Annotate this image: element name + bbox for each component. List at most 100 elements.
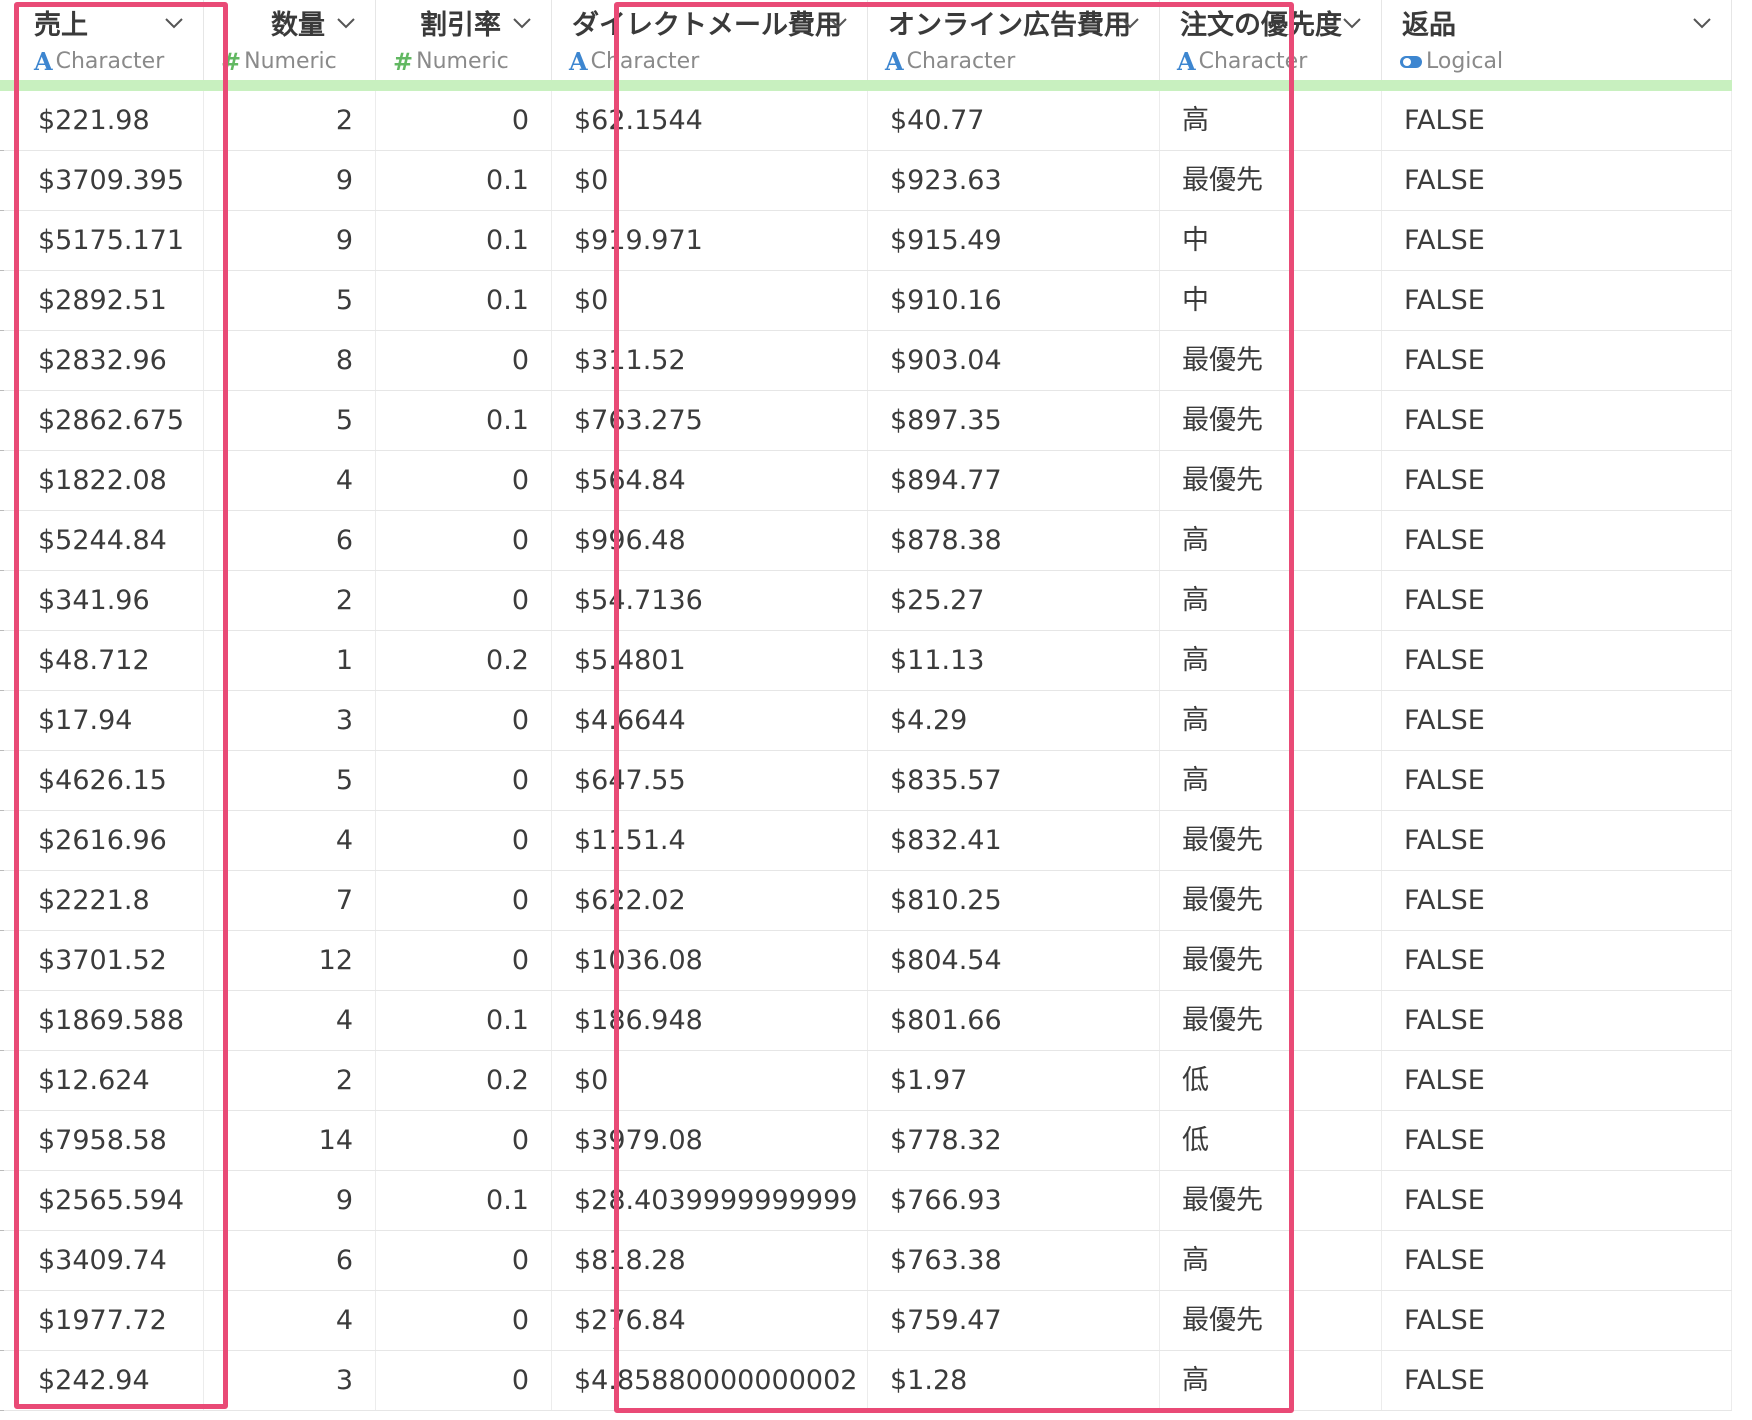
cell-online-ad-cost[interactable]: $835.57 <box>868 751 1160 810</box>
cell-direct-mail-cost[interactable]: $3979.08 <box>552 1111 868 1170</box>
cell-returned[interactable]: FALSE <box>1382 871 1732 930</box>
cell-direct-mail-cost[interactable]: $186.948 <box>552 991 868 1050</box>
cell-online-ad-cost[interactable]: $778.32 <box>868 1111 1160 1170</box>
cell-order-priority[interactable]: 高 <box>1160 1351 1382 1410</box>
cell-discount-rate[interactable]: 0.1 <box>376 151 552 210</box>
cell-quantity[interactable]: 4 <box>204 1291 376 1350</box>
chevron-down-icon[interactable] <box>336 16 355 34</box>
cell-returned[interactable]: FALSE <box>1382 451 1732 510</box>
cell-order-priority[interactable]: 最優先 <box>1160 151 1382 210</box>
cell-sales[interactable]: $3409.74 <box>0 1231 204 1290</box>
cell-online-ad-cost[interactable]: $11.13 <box>868 631 1160 690</box>
cell-quantity[interactable]: 5 <box>204 271 376 330</box>
cell-sales[interactable]: $5244.84 <box>0 511 204 570</box>
chevron-down-icon[interactable] <box>1692 16 1711 34</box>
cell-sales[interactable]: $3709.395 <box>0 151 204 210</box>
cell-returned[interactable]: FALSE <box>1382 1111 1732 1170</box>
cell-online-ad-cost[interactable]: $1.97 <box>868 1051 1160 1110</box>
cell-returned[interactable]: FALSE <box>1382 691 1732 750</box>
cell-direct-mail-cost[interactable]: $0 <box>552 1051 868 1110</box>
cell-quantity[interactable]: 3 <box>204 691 376 750</box>
chevron-down-icon[interactable] <box>828 16 847 34</box>
cell-direct-mail-cost[interactable]: $564.84 <box>552 451 868 510</box>
cell-online-ad-cost[interactable]: $801.66 <box>868 991 1160 1050</box>
cell-direct-mail-cost[interactable]: $1036.08 <box>552 931 868 990</box>
cell-online-ad-cost[interactable]: $832.41 <box>868 811 1160 870</box>
cell-quantity[interactable]: 4 <box>204 451 376 510</box>
chevron-down-icon[interactable] <box>1120 16 1139 34</box>
cell-returned[interactable]: FALSE <box>1382 151 1732 210</box>
cell-direct-mail-cost[interactable]: $1151.4 <box>552 811 868 870</box>
cell-online-ad-cost[interactable]: $759.47 <box>868 1291 1160 1350</box>
cell-discount-rate[interactable]: 0.2 <box>376 631 552 690</box>
cell-direct-mail-cost[interactable]: $311.52 <box>552 331 868 390</box>
cell-returned[interactable]: FALSE <box>1382 1051 1732 1110</box>
cell-order-priority[interactable]: 最優先 <box>1160 391 1382 450</box>
cell-online-ad-cost[interactable]: $915.49 <box>868 211 1160 270</box>
cell-direct-mail-cost[interactable]: $0 <box>552 271 868 330</box>
column-header-quantity[interactable]: 数量 # Numeric <box>204 0 376 80</box>
cell-quantity[interactable]: 2 <box>204 571 376 630</box>
cell-direct-mail-cost[interactable]: $647.55 <box>552 751 868 810</box>
cell-quantity[interactable]: 6 <box>204 511 376 570</box>
cell-sales[interactable]: $341.96 <box>0 571 204 630</box>
cell-direct-mail-cost[interactable]: $276.84 <box>552 1291 868 1350</box>
cell-order-priority[interactable]: 高 <box>1160 1231 1382 1290</box>
cell-sales[interactable]: $12.624 <box>0 1051 204 1110</box>
cell-online-ad-cost[interactable]: $923.63 <box>868 151 1160 210</box>
cell-online-ad-cost[interactable]: $40.77 <box>868 91 1160 150</box>
column-header-order-priority[interactable]: 注文の優先度 A Character <box>1160 0 1382 80</box>
cell-order-priority[interactable]: 中 <box>1160 271 1382 330</box>
cell-online-ad-cost[interactable]: $903.04 <box>868 331 1160 390</box>
cell-discount-rate[interactable]: 0 <box>376 571 552 630</box>
cell-quantity[interactable]: 4 <box>204 991 376 1050</box>
cell-order-priority[interactable]: 最優先 <box>1160 931 1382 990</box>
cell-order-priority[interactable]: 高 <box>1160 571 1382 630</box>
chevron-down-icon[interactable] <box>1342 16 1361 34</box>
cell-returned[interactable]: FALSE <box>1382 931 1732 990</box>
cell-discount-rate[interactable]: 0.1 <box>376 211 552 270</box>
cell-quantity[interactable]: 7 <box>204 871 376 930</box>
cell-quantity[interactable]: 9 <box>204 1171 376 1230</box>
cell-quantity[interactable]: 4 <box>204 811 376 870</box>
cell-order-priority[interactable]: 高 <box>1160 511 1382 570</box>
cell-quantity[interactable]: 5 <box>204 391 376 450</box>
cell-sales[interactable]: $2565.594 <box>0 1171 204 1230</box>
cell-returned[interactable]: FALSE <box>1382 571 1732 630</box>
cell-online-ad-cost[interactable]: $25.27 <box>868 571 1160 630</box>
cell-returned[interactable]: FALSE <box>1382 211 1732 270</box>
cell-returned[interactable]: FALSE <box>1382 1291 1732 1350</box>
cell-sales[interactable]: $4626.15 <box>0 751 204 810</box>
cell-quantity[interactable]: 9 <box>204 151 376 210</box>
cell-order-priority[interactable]: 中 <box>1160 211 1382 270</box>
cell-returned[interactable]: FALSE <box>1382 1231 1732 1290</box>
cell-sales[interactable]: $2616.96 <box>0 811 204 870</box>
cell-discount-rate[interactable]: 0 <box>376 1291 552 1350</box>
cell-quantity[interactable]: 9 <box>204 211 376 270</box>
cell-order-priority[interactable]: 高 <box>1160 631 1382 690</box>
cell-returned[interactable]: FALSE <box>1382 991 1732 1050</box>
cell-direct-mail-cost[interactable]: $0 <box>552 151 868 210</box>
cell-order-priority[interactable]: 最優先 <box>1160 871 1382 930</box>
cell-online-ad-cost[interactable]: $766.93 <box>868 1171 1160 1230</box>
cell-quantity[interactable]: 2 <box>204 91 376 150</box>
cell-discount-rate[interactable]: 0 <box>376 691 552 750</box>
cell-returned[interactable]: FALSE <box>1382 631 1732 690</box>
cell-discount-rate[interactable]: 0 <box>376 1111 552 1170</box>
column-header-sales[interactable]: 売上 A Character <box>0 0 204 80</box>
cell-online-ad-cost[interactable]: $897.35 <box>868 391 1160 450</box>
cell-direct-mail-cost[interactable]: $4.85880000000002 <box>552 1351 868 1410</box>
cell-returned[interactable]: FALSE <box>1382 751 1732 810</box>
cell-online-ad-cost[interactable]: $810.25 <box>868 871 1160 930</box>
cell-order-priority[interactable]: 高 <box>1160 691 1382 750</box>
cell-discount-rate[interactable]: 0 <box>376 451 552 510</box>
cell-direct-mail-cost[interactable]: $919.971 <box>552 211 868 270</box>
cell-order-priority[interactable]: 最優先 <box>1160 991 1382 1050</box>
chevron-down-icon[interactable] <box>164 16 183 34</box>
cell-order-priority[interactable]: 最優先 <box>1160 811 1382 870</box>
cell-discount-rate[interactable]: 0.1 <box>376 1171 552 1230</box>
cell-returned[interactable]: FALSE <box>1382 1351 1732 1410</box>
cell-quantity[interactable]: 2 <box>204 1051 376 1110</box>
cell-online-ad-cost[interactable]: $804.54 <box>868 931 1160 990</box>
cell-online-ad-cost[interactable]: $894.77 <box>868 451 1160 510</box>
